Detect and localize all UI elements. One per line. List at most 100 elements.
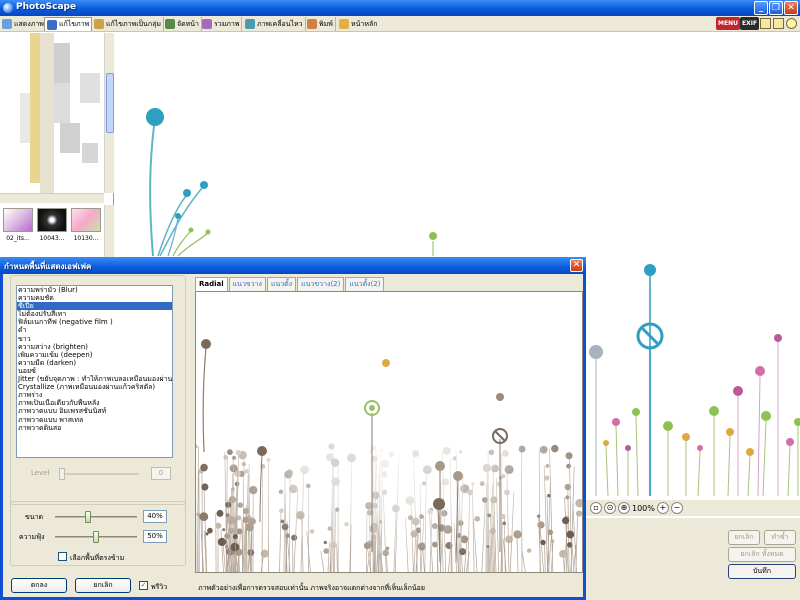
effect-list-item[interactable]: ขาว [17, 335, 172, 343]
dialog-title: กำหนดพื้นที่แสดงเอฟเฟค [4, 262, 92, 271]
size-value: 40% [143, 510, 167, 523]
scroll-thumb[interactable] [106, 73, 114, 133]
preview-label: พรีวิว [151, 583, 168, 591]
effect-list-item[interactable]: ความพร่ามัว (Blur) [17, 286, 172, 294]
ok-button[interactable]: ตกลง [11, 578, 67, 593]
effect-list-item[interactable]: ความสว่าง (brighten) [17, 343, 172, 351]
close-window-button[interactable]: ✕ [784, 1, 798, 15]
tab-viewer[interactable]: แสดงภาพ [0, 17, 47, 31]
size-track [55, 516, 137, 518]
tab-batch-editor[interactable]: แก้ไขภาพเป็นกลุ่ม [92, 17, 164, 31]
combine-icon [202, 19, 212, 29]
effect-list-item[interactable]: เพิ่มความเข้ม (deepen) [17, 351, 172, 359]
effect-list-item[interactable]: Jitter (ขยับจุดภาพ : ทำให้ภาพเบลอเหมือนม… [17, 375, 172, 383]
effect-list-item[interactable]: ไม่ต้องปรับสีเทา [17, 310, 172, 318]
redo-button[interactable]: ทำซ้ำ [764, 530, 796, 545]
tab-page[interactable]: จัดหน้า [163, 17, 202, 31]
zoom-bar: ▫ ⊙ ⊕ 100% + − [586, 500, 800, 516]
thumbs-vertical-scrollbar[interactable] [104, 205, 114, 265]
menu-badge-button[interactable]: MENU [716, 17, 740, 30]
effect-list-item[interactable]: ภาพวาดแบบ อิมเพรสชั่นนิสท์ [17, 407, 172, 415]
folder-tree-blurred [0, 33, 104, 193]
maximize-button[interactable]: ❐ [769, 1, 783, 15]
effect-list-item[interactable]: ความคมชัด [17, 294, 172, 302]
level-row: Level 0 [25, 467, 175, 481]
tab-label: หน้าหลัก [351, 19, 378, 28]
effect-list-item[interactable]: ดำ [17, 326, 172, 334]
effect-list-item[interactable]: ภาพวาดแบบ พาสเทล [17, 416, 172, 424]
invert-checkbox[interactable] [58, 552, 67, 561]
tab-print[interactable]: พิมพ์ [305, 17, 336, 31]
tab-vertical-2[interactable]: แนวตั้ง(2) [345, 277, 385, 291]
zoom-fit-icon[interactable]: ⊕ [618, 502, 630, 514]
photoscape-logo-icon [3, 3, 13, 13]
tab-combine[interactable]: รวมภาพ [200, 17, 243, 31]
viewer-icon [2, 19, 12, 29]
effect-area-dialog: กำหนดพื้นที่แสดงเอฟเฟค ✕ ความพร่ามัว (Bl… [0, 257, 586, 600]
softness-slider-thumb[interactable] [93, 531, 99, 543]
size-row: ขนาด 40% [15, 510, 175, 524]
softness-label: ความฟุ้ง [19, 533, 45, 541]
tab-horizontal-2[interactable]: แนวขวาง(2) [297, 277, 345, 291]
tab-label: จัดหน้า [177, 19, 199, 28]
minimize-button[interactable]: _ [754, 1, 768, 15]
tab-animated-gif[interactable]: ภาพเคลื่อนไหว [243, 17, 306, 31]
tree-vertical-scrollbar[interactable] [104, 33, 114, 193]
help-icon[interactable] [786, 18, 797, 29]
thumbnail-image[interactable] [71, 208, 101, 232]
undo-all-button[interactable]: ยกเลิก ทั้งหมด [728, 547, 796, 562]
exif-badge-button[interactable]: EXIF [740, 17, 760, 30]
effect-list-item[interactable]: ความมืด (darken) [17, 359, 172, 367]
fit-icon[interactable]: ▫ [590, 502, 602, 514]
tab-radial[interactable]: Radial [195, 277, 228, 291]
effect-preview [195, 291, 583, 573]
effect-list-item[interactable]: นอยซ์ [17, 367, 172, 375]
tab-vertical[interactable]: แนวตั้ง [266, 277, 297, 291]
zoom-actual-icon[interactable]: ⊙ [604, 502, 616, 514]
level-value: 0 [151, 467, 171, 480]
main-toolbar: แสดงภาพ แก้ไขภาพ แก้ไขภาพเป็นกลุ่ม จัดหน… [0, 16, 800, 32]
thumbnail-label: 10130... [73, 235, 99, 242]
dialog-title-bar[interactable]: กำหนดพื้นที่แสดงเอฟเฟค ✕ [0, 257, 586, 274]
effect-list-item[interactable]: ซีเปีย [17, 302, 172, 311]
tab-horizontal[interactable]: แนวขวาง [228, 277, 266, 291]
thumbnail-strip: 02_its... 10043... 10130... [0, 205, 104, 265]
effect-list-item[interactable]: ฟิล์มเนกาทีฟ (negative film ) [17, 318, 172, 326]
zoom-level: 100% [632, 503, 655, 513]
effect-list[interactable]: ความพร่ามัว (Blur) ความคมชัด ซีเปีย ไม่ต้อง… [16, 285, 173, 458]
undo-button[interactable]: ยกเลิก [728, 530, 760, 545]
preview-checkbox[interactable]: ✓ [139, 581, 148, 590]
effect-list-item[interactable]: ภาพร่าง [17, 391, 172, 399]
level-slider-thumb[interactable] [59, 468, 65, 480]
tab-label: ภาพเคลื่อนไหว [257, 19, 303, 28]
window-title: PhotoScape [16, 2, 77, 12]
tab-editor[interactable]: แก้ไขภาพ [44, 17, 93, 31]
preview-note: ภาพตัวอย่างเพื่อการตรวจสอบเท่านั้น ภาพจร… [198, 584, 425, 592]
folder-icon[interactable] [760, 18, 771, 29]
sepia-preview-image [196, 292, 582, 572]
effect-list-item[interactable]: Crystallize (ภาพเหมือนมองผ่านแก้วคริสตัล… [17, 383, 172, 391]
tab-home[interactable]: หน้าหลัก [337, 17, 379, 31]
tree-horizontal-scrollbar[interactable] [0, 193, 104, 203]
size-slider-thumb[interactable] [84, 511, 91, 523]
thumbnail-label: 10043... [39, 235, 65, 242]
level-label: Level [31, 469, 50, 477]
effect-list-item[interactable]: ภาพเป็นเนื้อเดียวกับพื้นหลัง [17, 399, 172, 407]
thumbnail-image[interactable] [37, 208, 67, 232]
copy-icon[interactable] [773, 18, 784, 29]
batch-editor-icon [94, 19, 104, 29]
zoom-in-icon[interactable]: + [656, 502, 669, 514]
dialog-close-button[interactable]: ✕ [570, 259, 583, 272]
preview-tabs: Radial แนวขวาง แนวตั้ง แนวขวาง(2) แนวตั้… [195, 277, 385, 291]
main-title-bar[interactable]: PhotoScape _ ❐ ✕ [0, 0, 800, 16]
tab-label: รวมภาพ [214, 19, 240, 28]
softness-value: 50% [143, 530, 167, 543]
thumbnail-label: 02_its... [6, 235, 30, 242]
tab-label: แก้ไขภาพ [59, 20, 90, 28]
cancel-button[interactable]: ยกเลิก [75, 578, 131, 593]
save-button[interactable]: บันทึก [728, 564, 796, 579]
tab-label: แก้ไขภาพเป็นกลุ่ม [106, 19, 161, 28]
thumbnail-image[interactable] [3, 208, 33, 232]
zoom-out-icon[interactable]: − [670, 502, 683, 514]
effect-list-item[interactable]: ภาพวาดดินสอ [17, 424, 172, 432]
